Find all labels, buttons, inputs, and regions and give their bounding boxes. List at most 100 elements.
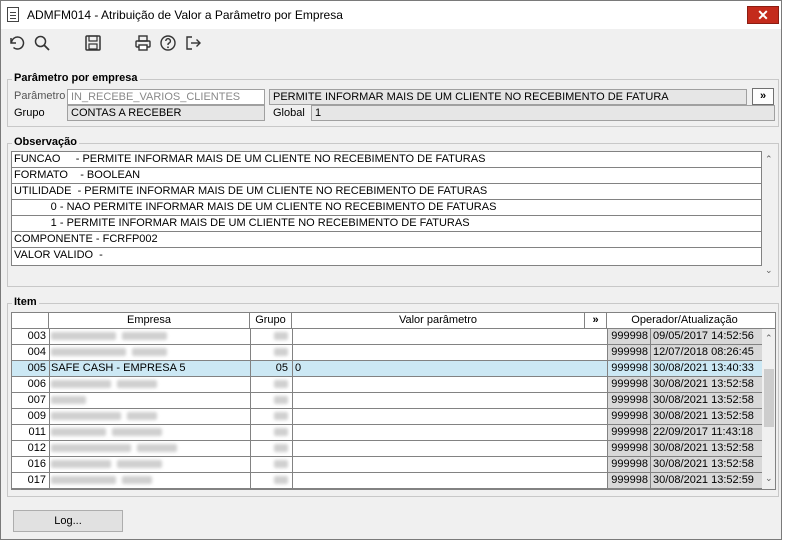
- row-valor[interactable]: [292, 457, 608, 472]
- table-row[interactable]: 005 SAFE CASH - EMPRESA 5 05 0 999998 30/08/2…: [12, 361, 762, 377]
- redacted-text: [51, 332, 116, 340]
- observacao-textarea[interactable]: FUNCAO - PERMITE INFORMAR MAIS DE UM CLI…: [11, 151, 762, 266]
- row-valor[interactable]: [292, 473, 608, 488]
- row-valor[interactable]: [292, 329, 608, 344]
- redacted-text: [51, 348, 126, 356]
- row-grupo[interactable]: [250, 409, 290, 424]
- row-empresa[interactable]: [49, 457, 249, 472]
- redacted-text: [51, 412, 121, 420]
- redacted-text: [137, 444, 177, 452]
- row-number: 011: [28, 426, 46, 438]
- search-icon[interactable]: [33, 34, 53, 54]
- row-grupo[interactable]: [250, 473, 290, 488]
- header-grupo[interactable]: Grupo: [250, 313, 292, 329]
- row-empresa[interactable]: [49, 425, 249, 440]
- row-empresa[interactable]: [49, 377, 249, 392]
- table-row[interactable]: 016 999998 30/08/2021 13:52:58: [12, 457, 762, 473]
- row-valor[interactable]: [292, 425, 608, 440]
- row-grupo[interactable]: 05: [250, 361, 290, 376]
- redacted-text: [274, 460, 288, 468]
- header-num: [12, 313, 49, 329]
- row-empresa[interactable]: [49, 329, 249, 344]
- item-title: Item: [12, 296, 39, 308]
- observacao-line: FORMATO - BOOLEAN: [12, 168, 761, 184]
- title-bar: ADMFM014 - Atribuição de Valor a Parâmet…: [1, 1, 781, 29]
- redacted-text: [122, 332, 167, 340]
- table-row[interactable]: 004 999998 12/07/2018 08:26:45: [12, 345, 762, 361]
- row-operador: 999998: [607, 361, 650, 376]
- table-row[interactable]: 012 999998 30/08/2021 13:52:58: [12, 441, 762, 457]
- row-empresa[interactable]: SAFE CASH - EMPRESA 5: [49, 361, 249, 376]
- header-empresa[interactable]: Empresa: [49, 313, 250, 329]
- row-valor[interactable]: [292, 345, 608, 360]
- redacted-text: [274, 428, 288, 436]
- row-empresa[interactable]: [49, 393, 249, 408]
- row-number: 017: [27, 474, 46, 486]
- row-empresa[interactable]: [49, 409, 249, 424]
- save-icon[interactable]: [84, 34, 104, 54]
- row-grupo[interactable]: [250, 329, 290, 344]
- grid-scrollbar[interactable]: ⌃ ⌄: [762, 329, 775, 489]
- exit-icon[interactable]: [184, 34, 204, 54]
- scroll-thumb[interactable]: [764, 369, 774, 427]
- row-data-atualizacao: 09/05/2017 14:52:56: [650, 329, 762, 344]
- observacao-scrollbar[interactable]: ⌃ ⌄: [762, 151, 776, 281]
- row-valor[interactable]: [292, 441, 608, 456]
- row-data-atualizacao: 30/08/2021 13:40:33: [650, 361, 762, 376]
- row-number: 007: [27, 394, 46, 406]
- document-icon: [7, 7, 19, 22]
- row-data-atualizacao: 22/09/2017 11:43:18: [650, 425, 762, 440]
- close-button[interactable]: ✕: [747, 6, 779, 24]
- grid-header: Empresa Grupo Valor parâmetro » Operador…: [12, 313, 775, 329]
- scroll-down-icon[interactable]: ⌄: [765, 473, 773, 484]
- row-empresa[interactable]: [49, 345, 249, 360]
- scroll-down-icon[interactable]: ⌄: [765, 265, 773, 276]
- row-grupo[interactable]: [250, 345, 290, 360]
- table-row[interactable]: 003 999998 09/05/2017 14:52:56: [12, 329, 762, 345]
- table-row[interactable]: 006 999998 30/08/2021 13:52:58: [12, 377, 762, 393]
- row-number: 009: [27, 410, 46, 422]
- main-window: ADMFM014 - Atribuição de Valor a Parâmet…: [0, 0, 782, 540]
- row-grupo[interactable]: [250, 441, 290, 456]
- redacted-text: [51, 380, 111, 388]
- header-operador[interactable]: Operador/Atualização: [607, 313, 762, 329]
- parametro-field[interactable]: IN_RECEBE_VARIOS_CLIENTES: [67, 89, 265, 105]
- global-label: Global: [273, 107, 305, 119]
- undo-icon[interactable]: [7, 34, 27, 54]
- header-more-button[interactable]: »: [585, 313, 607, 329]
- redacted-text: [274, 380, 288, 388]
- scroll-up-icon[interactable]: ⌃: [765, 333, 773, 344]
- redacted-text: [117, 460, 162, 468]
- parametro-more-button[interactable]: »: [752, 88, 774, 105]
- row-grupo[interactable]: [250, 425, 290, 440]
- table-row[interactable]: 017 999998 30/08/2021 13:52:59: [12, 473, 762, 489]
- table-row[interactable]: 009 999998 30/08/2021 13:52:58: [12, 409, 762, 425]
- log-button[interactable]: Log...: [13, 510, 123, 532]
- redacted-text: [51, 460, 111, 468]
- row-operador: 999998: [607, 425, 650, 440]
- row-number: 006: [27, 378, 46, 390]
- table-row[interactable]: 011 999998 22/09/2017 11:43:18: [12, 425, 762, 441]
- scroll-up-icon[interactable]: ⌃: [765, 154, 773, 165]
- window-title: ADMFM014 - Atribuição de Valor a Parâmet…: [27, 8, 343, 22]
- row-data-atualizacao: 30/08/2021 13:52:58: [650, 441, 762, 456]
- row-empresa[interactable]: [49, 473, 249, 488]
- row-operador: 999998: [607, 345, 650, 360]
- row-valor[interactable]: 0: [292, 361, 608, 376]
- row-grupo[interactable]: [250, 377, 290, 392]
- grupo-field: CONTAS A RECEBER: [67, 105, 265, 121]
- redacted-text: [274, 396, 288, 404]
- row-valor[interactable]: [292, 409, 608, 424]
- row-valor[interactable]: [292, 377, 608, 392]
- observacao-line: COMPONENTE - FCRFP002: [12, 232, 761, 248]
- header-valor[interactable]: Valor parâmetro: [292, 313, 585, 329]
- observacao-line: 1 - PERMITE INFORMAR MAIS DE UM CLIENTE …: [12, 216, 761, 232]
- help-icon[interactable]: [159, 34, 179, 54]
- table-row[interactable]: 007 999998 30/08/2021 13:52:58: [12, 393, 762, 409]
- row-grupo[interactable]: [250, 393, 290, 408]
- print-icon[interactable]: [134, 34, 154, 54]
- row-grupo[interactable]: [250, 457, 290, 472]
- row-valor[interactable]: [292, 393, 608, 408]
- observacao-line: FUNCAO - PERMITE INFORMAR MAIS DE UM CLI…: [12, 152, 761, 168]
- row-empresa[interactable]: [49, 441, 249, 456]
